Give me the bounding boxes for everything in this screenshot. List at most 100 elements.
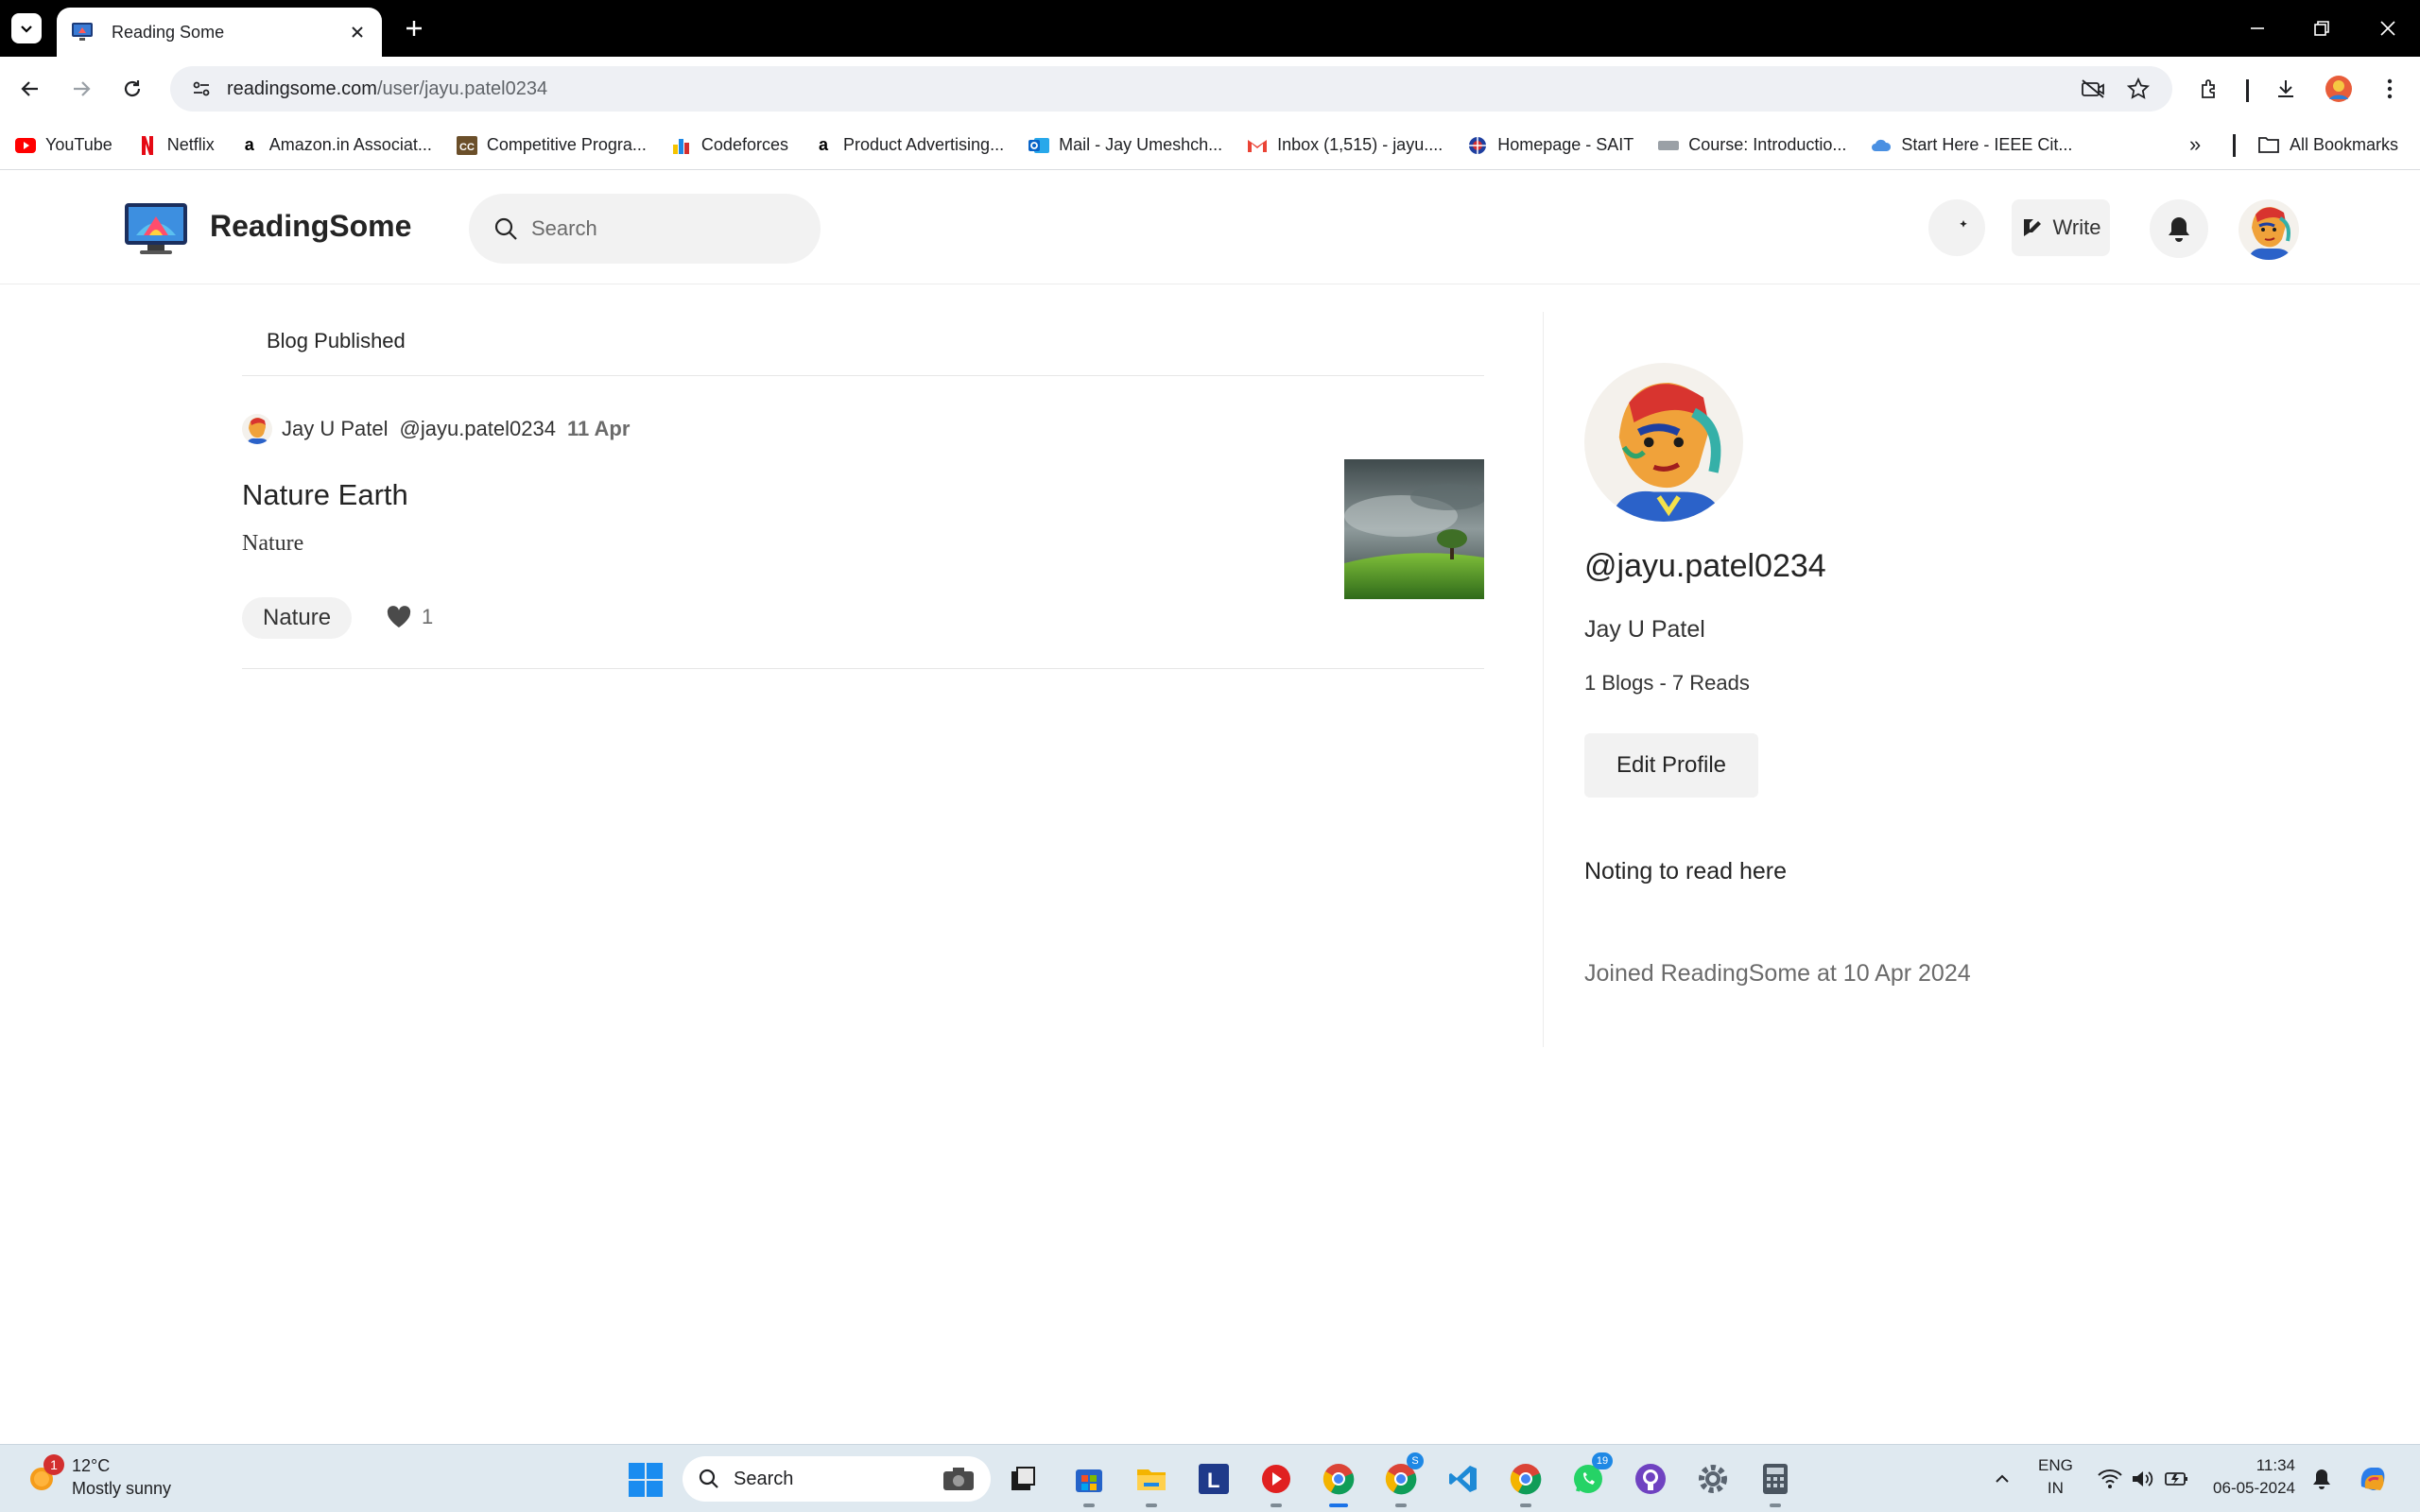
bookmark-item[interactable]: Homepage - SAIT xyxy=(1467,135,1634,156)
task-view-icon[interactable] xyxy=(1002,1458,1044,1500)
tab-search-button[interactable] xyxy=(11,13,42,43)
bookmark-label: Codeforces xyxy=(700,135,788,154)
close-icon xyxy=(2380,21,2395,36)
url-text[interactable]: readingsome.com/user/jayu.patel0234 xyxy=(227,78,2065,100)
cloud-icon xyxy=(1871,135,1892,156)
all-bookmarks-button[interactable]: All Bookmarks xyxy=(2257,134,2398,155)
bookmark-item[interactable]: Netflix xyxy=(137,135,215,156)
browser-menu-button[interactable] xyxy=(2373,72,2407,106)
post-like-button[interactable]: 1 xyxy=(386,605,433,629)
camera-off-icon[interactable] xyxy=(2076,72,2110,106)
search-box[interactable] xyxy=(469,194,821,264)
content-divider xyxy=(1543,312,1544,1047)
bookmark-item[interactable]: YouTube xyxy=(15,135,112,156)
amazon-icon: a xyxy=(244,135,254,154)
post-author-name[interactable]: Jay U Patel xyxy=(282,417,389,441)
cc-icon: CC xyxy=(456,135,477,156)
user-avatar[interactable] xyxy=(2238,199,2299,260)
weather-temp: 12°C xyxy=(72,1456,111,1475)
media-player-icon[interactable] xyxy=(1255,1458,1297,1507)
close-window-button[interactable] xyxy=(2369,11,2407,45)
taskbar-search[interactable]: Search xyxy=(683,1456,991,1502)
youtube-icon xyxy=(15,135,36,156)
address-bar[interactable]: readingsome.com/user/jayu.patel0234 xyxy=(170,66,2172,112)
plus-icon xyxy=(406,21,422,36)
bookmark-item[interactable]: Course: Introductio... xyxy=(1658,135,1846,156)
edit-profile-button[interactable]: Edit Profile xyxy=(1584,733,1758,798)
new-tab-button[interactable] xyxy=(401,15,427,42)
blog-post-card[interactable]: Jay U Patel @jayu.patel0234 11 Apr Natur… xyxy=(242,404,1484,669)
downloads-button[interactable] xyxy=(2269,72,2303,106)
bookmark-label: YouTube xyxy=(45,135,112,154)
tab-close-icon[interactable] xyxy=(346,21,369,43)
chrome-alt-icon[interactable] xyxy=(1505,1458,1547,1507)
notifications-button[interactable] xyxy=(2150,199,2208,258)
post-tag[interactable]: Nature xyxy=(242,597,353,639)
whatsapp-icon[interactable]: 19 xyxy=(1567,1452,1613,1500)
write-button[interactable]: Write xyxy=(2012,199,2110,256)
bookmark-item[interactable]: Inbox (1,515) - jayu.... xyxy=(1247,135,1443,156)
bookmark-label: Course: Introductio... xyxy=(1688,135,1847,154)
microsoft-store-icon[interactable] xyxy=(1068,1458,1110,1507)
back-button[interactable] xyxy=(13,72,47,106)
restore-button[interactable] xyxy=(2303,11,2341,45)
search-icon xyxy=(494,217,517,240)
windows-taskbar: 1 12°C Mostly sunny Search L S 19 ENG IN… xyxy=(0,1444,2420,1512)
language-bottom: IN xyxy=(2047,1479,2064,1497)
codeforces-icon xyxy=(671,135,692,156)
extensions-button[interactable] xyxy=(2193,72,2227,106)
profile-avatar[interactable] xyxy=(1584,363,1743,522)
browser-tab-active[interactable]: Reading Some xyxy=(57,8,382,57)
file-explorer-icon[interactable] xyxy=(1131,1458,1172,1507)
weather-widget[interactable]: 1 12°C Mostly sunny xyxy=(25,1454,171,1500)
post-author-row: Jay U Patel @jayu.patel0234 11 Apr xyxy=(242,414,630,444)
search-input[interactable] xyxy=(531,216,796,241)
bookmark-star-icon[interactable] xyxy=(2121,72,2155,106)
brand-name[interactable]: ReadingSome xyxy=(210,209,411,244)
profile-avatar-image xyxy=(1584,363,1743,522)
bookmark-item[interactable]: Start Here - IEEE Cit... xyxy=(1871,135,2072,156)
post-title[interactable]: Nature Earth xyxy=(242,478,408,512)
svg-text:L: L xyxy=(1207,1469,1219,1492)
site-info-icon[interactable] xyxy=(187,75,216,103)
notification-bell-icon[interactable] xyxy=(2301,1458,2342,1500)
tab-blog-published[interactable]: Blog Published xyxy=(267,329,406,353)
chrome-profile-icon[interactable]: S xyxy=(1380,1452,1424,1507)
l-app-icon[interactable]: L xyxy=(1193,1458,1235,1500)
calculator-icon[interactable] xyxy=(1754,1458,1796,1507)
bookmark-label: Competitive Progra... xyxy=(486,135,647,154)
post-author-avatar xyxy=(242,414,272,444)
bookmark-item[interactable]: Mail - Jay Umeshch... xyxy=(1028,135,1222,156)
readingsome-logo-icon[interactable] xyxy=(123,201,189,256)
settings-icon[interactable] xyxy=(1692,1458,1734,1500)
more-bookmarks-icon[interactable]: » xyxy=(2189,132,2201,157)
battery-icon[interactable] xyxy=(2155,1458,2197,1500)
chrome-icon[interactable] xyxy=(1318,1458,1359,1507)
profile-button[interactable] xyxy=(2322,72,2356,106)
minimize-button[interactable] xyxy=(2238,11,2276,45)
url-path: /user/jayu.patel0234 xyxy=(376,77,548,99)
github-desktop-icon[interactable] xyxy=(1630,1458,1671,1500)
search-icon xyxy=(699,1469,718,1488)
copilot-icon[interactable] xyxy=(2352,1458,2394,1500)
chevron-up-icon[interactable] xyxy=(1981,1458,2023,1500)
reload-icon xyxy=(124,80,141,97)
clock[interactable]: 11:34 06-05-2024 xyxy=(2208,1454,2295,1500)
user-avatar-image xyxy=(2238,199,2299,260)
profile-name: Jay U Patel xyxy=(1584,616,1705,643)
windows-start-icon[interactable] xyxy=(628,1462,664,1498)
post-thumbnail[interactable] xyxy=(1344,459,1484,599)
weather-sun-icon: 1 xyxy=(25,1454,64,1496)
bookmark-item[interactable]: a Product Advertising... xyxy=(813,135,1004,156)
bell-icon xyxy=(2169,217,2189,242)
forward-button[interactable] xyxy=(64,72,98,106)
bookmark-label: Mail - Jay Umeshch... xyxy=(1059,135,1223,154)
vscode-icon[interactable] xyxy=(1443,1458,1484,1500)
bookmark-item[interactable]: CC Competitive Progra... xyxy=(456,135,647,156)
language-indicator[interactable]: ENG IN xyxy=(2038,1454,2073,1500)
bookmark-item[interactable]: a Amazon.in Associat... xyxy=(239,135,432,156)
bookmark-item[interactable]: Codeforces xyxy=(671,135,788,156)
theme-toggle-button[interactable] xyxy=(1928,199,1985,256)
arrow-left-icon xyxy=(21,81,38,96)
reload-button[interactable] xyxy=(115,72,149,106)
